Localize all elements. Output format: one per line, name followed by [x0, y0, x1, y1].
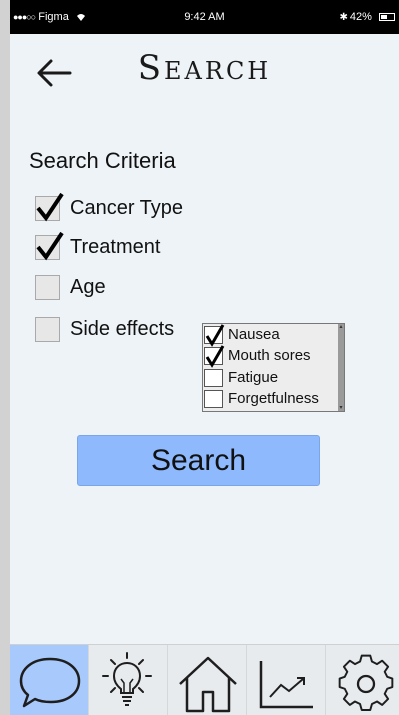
side-effect-option[interactable]: Forgetfulness: [204, 388, 338, 408]
side-effect-label: Mouth sores: [228, 347, 311, 364]
gear-icon: [338, 654, 394, 711]
search-criteria-heading: Search Criteria: [29, 148, 176, 173]
trend-chart-icon: [259, 661, 313, 709]
status-right: ✱ 42%: [340, 11, 395, 23]
tab-progress[interactable]: [247, 645, 326, 715]
criterion-treatment[interactable]: Treatment: [35, 231, 225, 262]
home-icon: [179, 656, 237, 713]
page-title: Search: [137, 48, 272, 88]
scroll-up-icon[interactable]: ▴: [338, 324, 344, 330]
battery-icon: [379, 13, 395, 22]
criterion-label: Age: [70, 276, 106, 298]
checkbox-cancer-type[interactable]: [35, 192, 64, 222]
side-effect-option[interactable]: Fatigue: [204, 367, 338, 387]
checkbox-mouth-sores[interactable]: [204, 345, 225, 368]
side-effect-label: Forgetfulness: [228, 390, 319, 407]
tab-ideas[interactable]: [89, 645, 168, 715]
side-effect-label: Nausea: [228, 326, 280, 343]
checkbox-forgetfulness[interactable]: [204, 390, 223, 408]
phone-screen: ●●●○○ Figma 9:42 AM ✱ 42% Search Search C…: [10, 0, 399, 715]
checkbox-side-effects[interactable]: [35, 317, 60, 342]
side-effect-label: Fatigue: [228, 369, 279, 386]
battery-percent: 42%: [349, 11, 372, 23]
search-button[interactable]: Search: [77, 435, 320, 486]
criterion-label: Treatment: [70, 236, 161, 258]
listbox-scrollbar[interactable]: ▴ ▾: [338, 324, 344, 411]
side-effect-option[interactable]: Nausea: [204, 324, 338, 347]
criterion-label: Cancer Type: [70, 197, 184, 219]
scroll-down-icon[interactable]: ▾: [338, 405, 344, 411]
tab-home[interactable]: [168, 645, 247, 715]
bottom-tab-bar: [10, 644, 399, 715]
status-bar: ●●●○○ Figma 9:42 AM ✱ 42%: [10, 0, 399, 34]
lightbulb-icon: [102, 652, 152, 706]
bluetooth-icon: ✱: [339, 12, 348, 23]
checkbox-fatigue[interactable]: [204, 369, 223, 387]
chat-bubble-icon: [19, 657, 81, 708]
criterion-label: Side effects: [70, 318, 175, 340]
tab-chat[interactable]: [10, 645, 89, 715]
checkbox-age[interactable]: [35, 275, 60, 300]
tab-settings[interactable]: [326, 645, 399, 715]
side-effects-listbox[interactable]: Nausea Mouth sores Fatigue Forgetfulness…: [202, 323, 345, 412]
criterion-side-effects[interactable]: Side effects: [35, 316, 225, 344]
criterion-cancer-type[interactable]: Cancer Type: [35, 192, 225, 223]
checkbox-nausea[interactable]: [204, 324, 225, 347]
side-effect-option[interactable]: Mouth sores: [204, 345, 338, 368]
checkbox-treatment[interactable]: [35, 231, 64, 261]
criterion-age[interactable]: Age: [35, 274, 225, 302]
